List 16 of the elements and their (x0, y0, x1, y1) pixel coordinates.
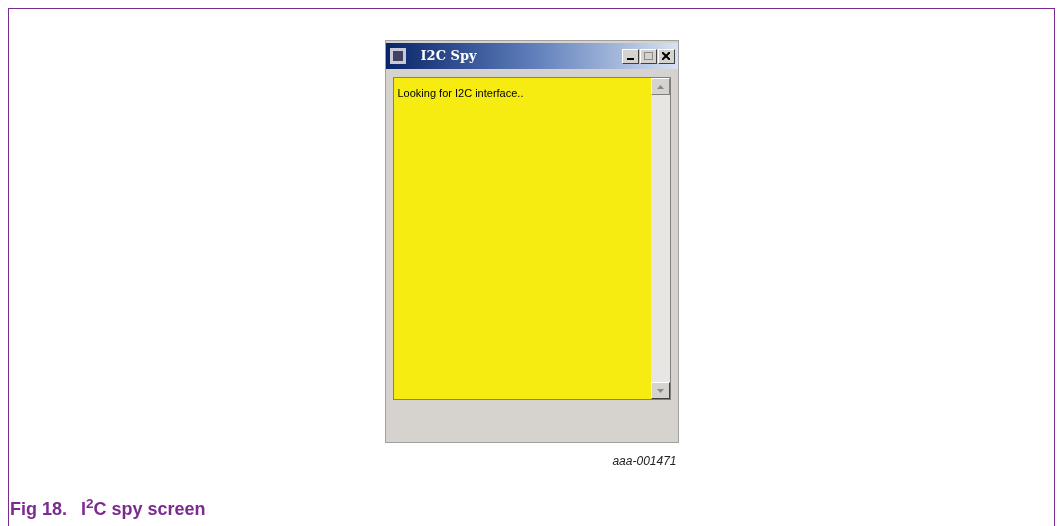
scroll-up-button[interactable] (650, 78, 670, 95)
figure-number: Fig 18. (10, 498, 67, 521)
scroll-down-button[interactable] (650, 382, 670, 399)
maximize-icon (643, 52, 653, 60)
figure-id: aaa-001471 (612, 453, 678, 470)
window-title: I2C Spy (420, 47, 477, 66)
app-icon (388, 47, 407, 65)
scrollbar[interactable] (650, 78, 670, 399)
log-text: Looking for I2C interface.. (397, 87, 524, 99)
figure-caption: I$^{2}$C spy screen (81, 496, 206, 521)
down-arrow-icon (656, 388, 664, 393)
up-arrow-icon (656, 84, 664, 89)
minimize-button[interactable] (621, 48, 639, 64)
close-button[interactable] (657, 48, 675, 64)
close-icon (662, 52, 670, 60)
maximize-button[interactable] (639, 48, 657, 64)
